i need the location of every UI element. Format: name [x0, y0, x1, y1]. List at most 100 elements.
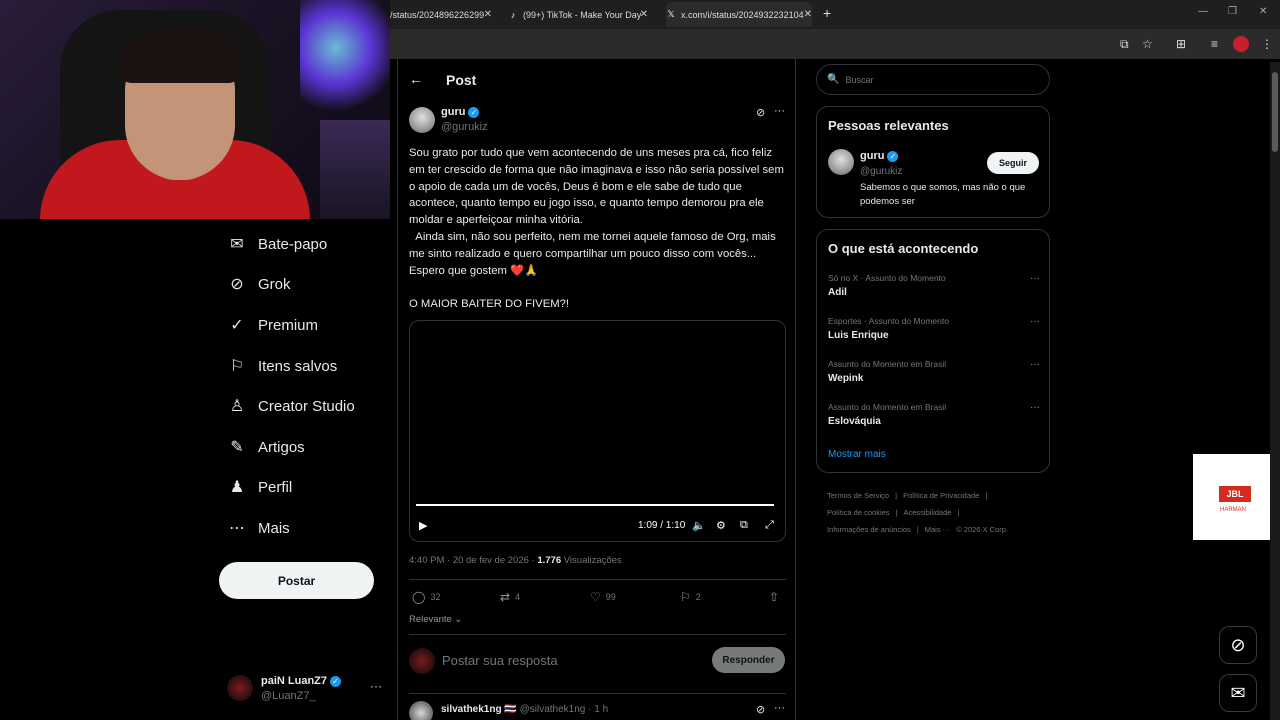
grok-explain-icon[interactable]: ⊘ [756, 106, 765, 119]
browser-menu-icon[interactable]: ⋮ [1261, 37, 1273, 51]
scrollbar-thumb[interactable] [1272, 72, 1278, 152]
verified-badge-icon: ✓ [887, 150, 899, 162]
trend-more-icon[interactable]: ··· [1030, 273, 1040, 284]
divider [409, 579, 786, 580]
post-more-icon[interactable]: ··· [774, 105, 785, 117]
restore-icon[interactable]: ❐ [1228, 6, 1237, 17]
repost-action[interactable]: ⇄ 4 [500, 590, 520, 604]
new-tab-button[interactable]: + [823, 5, 831, 21]
scrollbar[interactable] [1270, 62, 1280, 720]
trend-item[interactable]: Esportes · Assunto do Momento Luis Enriq… [828, 316, 1040, 341]
search-bar[interactable]: 🔍 Buscar [816, 64, 1050, 95]
footer-link[interactable]: Política de Privacidade [903, 491, 979, 500]
divider [409, 634, 786, 635]
nav-item-articles[interactable]: ✎ Artigos [227, 434, 304, 460]
footer-sep: | [895, 491, 898, 500]
fullscreen-icon[interactable]: ⤢ [765, 519, 774, 532]
share-action[interactable]: ⇧ [769, 590, 784, 604]
nav-item-more[interactable]: ⋯ Mais [227, 515, 290, 541]
follow-button[interactable]: Seguir [987, 152, 1039, 174]
more-options-icon[interactable]: ··· [370, 679, 382, 693]
bookmark-action[interactable]: ⚐ 2 [680, 590, 701, 604]
browser-tab-2[interactable]: ♪ (99+) TikTok - Make Your Day ✕ [508, 2, 648, 27]
author-name-row[interactable]: guru ✓ [441, 106, 480, 118]
volume-icon[interactable]: 🔈 [692, 519, 706, 532]
tab-close-icon[interactable]: ✕ [804, 9, 812, 20]
premium-icon: ✓ [230, 317, 244, 334]
grok-fab-icon[interactable]: ⊘ [1219, 626, 1257, 664]
reply-button[interactable]: Responder [712, 647, 785, 673]
like-action[interactable]: ♡ 99 [590, 590, 616, 604]
browser-profile-avatar[interactable] [1233, 36, 1249, 52]
footer-link[interactable]: Termos de Serviço [827, 491, 889, 500]
reply-count: 32 [430, 592, 441, 602]
extensions-icon[interactable]: ⊞ [1176, 37, 1186, 51]
nav-label: Itens salvos [258, 357, 338, 375]
footer-link[interactable]: Mais ··· [925, 525, 950, 534]
tab-close-icon[interactable]: ✕ [640, 9, 648, 20]
post-button[interactable]: Postar [219, 562, 374, 599]
reply-action[interactable]: ◯ 32 [412, 590, 440, 604]
nav-item-chat[interactable]: ✉ Bate-papo [227, 231, 327, 257]
post-meta: 4:40 PM · 20 de fev de 2026 · 1.776 Visu… [409, 555, 622, 566]
post-text: Sou grato por tudo que vem acontecendo d… [409, 147, 784, 311]
background-pc [320, 120, 390, 219]
articles-icon: ✎ [230, 439, 244, 456]
reply-author-avatar[interactable] [409, 701, 433, 720]
trend-item[interactable]: Assunto do Momento em Brasil Wepink ··· [828, 359, 1040, 384]
settings-gear-icon[interactable]: ⚙ [716, 519, 726, 532]
install-app-icon[interactable]: ⧉ [1120, 37, 1129, 52]
author-handle[interactable]: @gurukiz [441, 121, 488, 133]
nav-item-profile[interactable]: ♟ Perfil [227, 474, 292, 500]
post-more-icon[interactable]: ··· [774, 702, 785, 714]
trend-item[interactable]: Só no X · Assunto do Momento Adil ··· [828, 273, 1040, 298]
person-name-row[interactable]: guru ✓ [860, 150, 899, 162]
tab-close-icon[interactable]: ✕ [484, 9, 492, 20]
author-avatar[interactable] [409, 107, 435, 133]
media-controls-icon[interactable]: ≡ [1211, 37, 1218, 51]
play-icon[interactable]: ▶ [419, 519, 427, 532]
trend-item[interactable]: Assunto do Momento em Brasil Eslováquia … [828, 402, 1040, 427]
nav-label: Perfil [258, 478, 293, 496]
chevron-down-icon: ⌄ [451, 614, 463, 625]
reply-input[interactable]: Postar sua resposta [442, 653, 558, 668]
bookmark-star-icon[interactable]: ☆ [1142, 37, 1153, 51]
reply-author-handle[interactable]: @silvathek1ng [520, 704, 586, 715]
account-switcher[interactable]: paiN LuanZ7 ✓ @LuanZ7_ ··· [227, 673, 387, 707]
webcam-overlay [0, 0, 390, 219]
avatar [227, 675, 253, 701]
jbl-ad-banner[interactable]: JBL HARMAN [1193, 454, 1280, 540]
sort-dropdown[interactable]: Relevante ⌄ [409, 614, 462, 625]
footer-link[interactable]: Informações de anúncios [827, 525, 911, 534]
grok-explain-icon[interactable]: ⊘ [756, 703, 765, 716]
trend-more-icon[interactable]: ··· [1030, 316, 1040, 327]
person-handle[interactable]: @gurukiz [860, 166, 902, 177]
search-input[interactable]: Buscar [845, 75, 873, 85]
messages-fab-icon[interactable]: ✉ [1219, 674, 1257, 712]
footer-link[interactable]: Política de cookies [827, 508, 890, 517]
browser-tab-1[interactable]: /status/2024896226299 ✕ [390, 2, 492, 27]
creator-icon: ♙ [229, 398, 245, 415]
browser-tab-strip: /status/2024896226299 ✕ ♪ (99+) TikTok -… [390, 0, 1280, 29]
nav-item-creator-studio[interactable]: ♙ Creator Studio [227, 393, 355, 419]
rgb-light [300, 0, 390, 120]
browser-tab-3-active[interactable]: 𝕏 x.com/i/status/2024932232104 ✕ [666, 2, 812, 27]
video-progress-bar[interactable] [416, 504, 774, 506]
minimize-icon[interactable]: — [1198, 6, 1208, 17]
pip-icon[interactable]: ⧉ [740, 519, 748, 532]
show-more-link[interactable]: Mostrar mais [828, 449, 886, 460]
reply-author-name[interactable]: silvathek1ng [441, 704, 502, 715]
footer-link[interactable]: Acessibilidade [904, 508, 952, 517]
trend-more-icon[interactable]: ··· [1030, 402, 1040, 413]
person-avatar[interactable] [828, 149, 854, 175]
bookmark-icon: ⚐ [680, 590, 691, 604]
jbl-logo: JBL [1219, 486, 1251, 502]
trend-more-icon[interactable]: ··· [1030, 359, 1040, 370]
nav-item-grok[interactable]: ⊘ Grok [227, 271, 290, 297]
nav-item-bookmarks[interactable]: ⚐ Itens salvos [227, 353, 337, 379]
close-window-icon[interactable]: ✕ [1259, 6, 1267, 17]
account-handle: @LuanZ7_ [261, 690, 316, 702]
video-player[interactable]: ▶ 1:09 / 1:10 🔈 ⚙ ⧉ ⤢ [409, 320, 786, 542]
nav-item-premium[interactable]: ✓ Premium [227, 312, 318, 338]
back-arrow-icon[interactable]: ← [409, 71, 423, 87]
